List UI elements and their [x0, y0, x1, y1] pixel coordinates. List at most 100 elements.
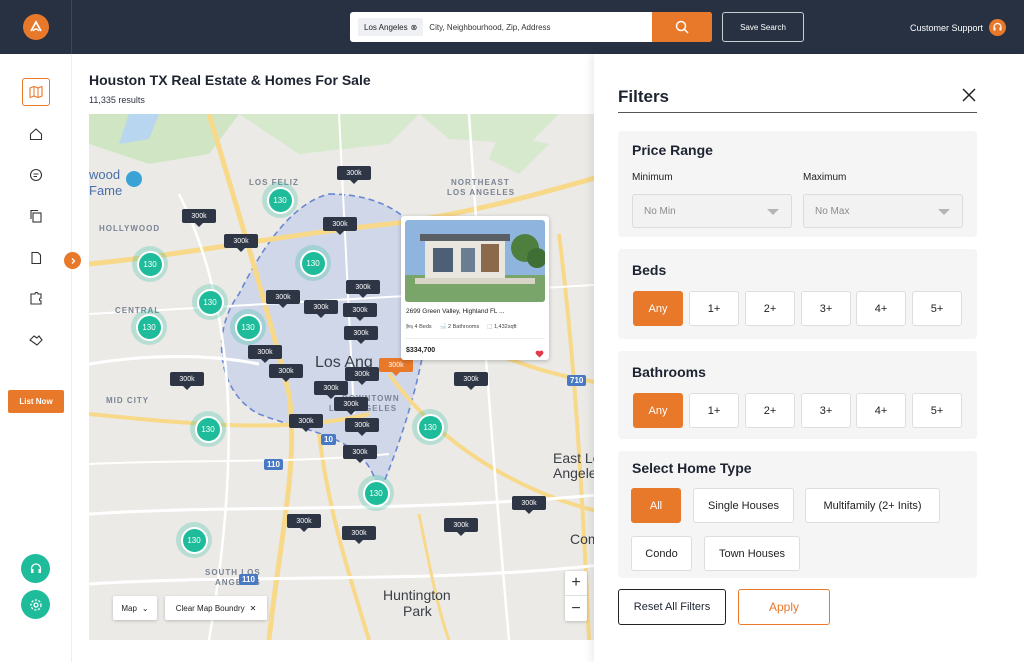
beds-option[interactable]: 2+	[745, 291, 795, 326]
property-area: ⬚ 1,432sqft	[487, 324, 517, 330]
beds-option[interactable]: Any	[633, 291, 683, 326]
customer-support-link[interactable]: Customer Support	[910, 19, 1007, 36]
beds-option[interactable]: 4+	[856, 291, 906, 326]
map-price-pin[interactable]: 300k	[345, 367, 379, 385]
map-price-pin[interactable]: 300k	[323, 217, 357, 235]
map-price-pin[interactable]: 300k	[182, 209, 216, 227]
map-price-pin[interactable]: 300k	[343, 445, 377, 463]
map-cluster-count: 130	[362, 479, 390, 507]
map-cluster[interactable]: 130	[192, 284, 228, 320]
document-icon[interactable]	[22, 244, 50, 272]
map-cluster[interactable]: 130	[262, 182, 298, 218]
max-price-value: No Max	[815, 205, 850, 217]
map-price-pin[interactable]: 300k	[269, 364, 303, 382]
bathrooms-option[interactable]: Any	[633, 393, 683, 428]
map-cluster[interactable]: 130	[412, 409, 448, 445]
map-price-pin-selected[interactable]: 300k	[379, 358, 413, 376]
map-price-pin[interactable]: 300k	[344, 326, 378, 344]
puzzle-icon[interactable]	[22, 285, 50, 313]
map-cluster[interactable]: 130	[131, 309, 167, 345]
map-icon[interactable]	[22, 78, 50, 106]
map-cluster-count: 130	[196, 288, 224, 316]
beds-title: Beds	[632, 262, 667, 278]
settings-button[interactable]	[21, 590, 50, 619]
search-bar: Los Angeles ⊗	[350, 12, 712, 42]
map-cluster[interactable]: 130	[190, 411, 226, 447]
close-icon: ✕	[249, 603, 257, 613]
map-price-pin[interactable]: 300k	[337, 166, 371, 184]
apply-button[interactable]: Apply	[738, 589, 830, 625]
map-price-pin[interactable]: 300k	[444, 518, 478, 536]
close-icon[interactable]	[961, 87, 977, 103]
map-cluster[interactable]: 130	[176, 522, 212, 558]
zoom-out-button[interactable]: −	[565, 596, 587, 621]
beds-option[interactable]: 1+	[689, 291, 739, 326]
map-cluster[interactable]: 130	[230, 309, 266, 345]
min-price-select[interactable]: No Min	[632, 194, 792, 228]
support-chat-button[interactable]	[21, 554, 50, 583]
property-photo[interactable]	[405, 220, 545, 302]
customer-support-label: Customer Support	[910, 22, 984, 33]
copy-icon[interactable]	[22, 202, 50, 230]
map-price-pin[interactable]: 300k	[224, 234, 258, 252]
bathrooms-option[interactable]: 2+	[745, 393, 795, 428]
map-label-poi-1: wood	[89, 167, 121, 182]
map-cluster[interactable]: 130	[295, 245, 331, 281]
map-price-pin[interactable]: 300k	[346, 280, 380, 298]
map-price-pin[interactable]: 300k	[314, 381, 348, 399]
favorite-heart-icon[interactable]	[535, 345, 544, 363]
clear-map-boundary-label: Clear Map Boundry	[175, 603, 245, 613]
list-now-button[interactable]: List Now	[8, 390, 64, 413]
home-icon[interactable]	[22, 120, 50, 148]
beds-option[interactable]: 3+	[801, 291, 851, 326]
map-label-mid-city: MID CITY	[106, 396, 150, 405]
map-price-pin[interactable]: 300k	[266, 290, 300, 308]
handshake-icon[interactable]	[22, 326, 50, 354]
map-price-pin[interactable]: 300k	[334, 397, 368, 415]
search-input[interactable]	[429, 22, 640, 32]
bathrooms-option[interactable]: 3+	[801, 393, 851, 428]
map-price-pin[interactable]: 300k	[345, 418, 379, 436]
bathrooms-option[interactable]: 4+	[856, 393, 906, 428]
map-price-pin[interactable]: 300k	[454, 372, 488, 390]
map-cluster[interactable]: 130	[132, 246, 168, 282]
zoom-in-button[interactable]: +	[565, 571, 587, 596]
max-price-select[interactable]: No Max	[803, 194, 963, 228]
price-range-section: Price Range Minimum Maximum No Min No Ma…	[618, 131, 977, 237]
expand-sidebar-button[interactable]	[64, 252, 81, 269]
home-type-option[interactable]: Single Houses	[693, 488, 794, 523]
chip-close-icon[interactable]: ⊗	[411, 23, 418, 32]
map-cluster[interactable]: 130	[358, 475, 394, 511]
home-type-option[interactable]: Condo	[631, 536, 692, 571]
home-type-option[interactable]: Multifamily (2+ Inits)	[805, 488, 940, 523]
left-sidebar: List Now	[0, 54, 72, 662]
filters-divider	[618, 112, 977, 113]
home-type-option[interactable]: All	[631, 488, 681, 523]
map-price-pin[interactable]: 300k	[343, 303, 377, 321]
location-chip[interactable]: Los Angeles ⊗	[358, 18, 424, 36]
beds-option[interactable]: 5+	[912, 291, 962, 326]
map-price-pin[interactable]: 300k	[342, 526, 376, 544]
bathrooms-option[interactable]: 1+	[689, 393, 739, 428]
map-price-pin[interactable]: 300k	[304, 300, 338, 318]
save-search-button[interactable]: Save Search	[722, 12, 804, 42]
property-card[interactable]: 2699 Green Valley, Highland FL ... 🛏 4 B…	[401, 216, 549, 360]
chevron-right-icon	[71, 257, 75, 264]
map[interactable]: LOS FELIZ HOLLYWOOD NORTHEAST LOS ANGELE…	[89, 114, 609, 640]
map-price-pin[interactable]: 300k	[287, 514, 321, 532]
bathrooms-option[interactable]: 5+	[912, 393, 962, 428]
reset-filters-button[interactable]: Reset All Filters	[618, 589, 726, 625]
map-price-pin[interactable]: 300k	[248, 345, 282, 363]
home-type-section: Select Home Type All Single Houses Multifa…	[618, 451, 977, 578]
search-button[interactable]	[652, 12, 712, 42]
home-type-option[interactable]: Town Houses	[704, 536, 800, 571]
map-price-pin[interactable]: 300k	[512, 496, 546, 514]
logo-icon[interactable]	[23, 14, 49, 40]
clear-map-boundary-button[interactable]: Clear Map Boundry ✕	[165, 596, 267, 620]
map-price-pin[interactable]: 300k	[170, 372, 204, 390]
chat-icon[interactable]	[22, 161, 50, 189]
map-price-pin[interactable]: 300k	[289, 414, 323, 432]
map-label-huntington: Huntington	[383, 587, 451, 603]
map-label-los-angeles-ne: LOS ANGELES	[447, 188, 516, 197]
map-type-dropdown[interactable]: Map ⌄	[113, 596, 157, 620]
